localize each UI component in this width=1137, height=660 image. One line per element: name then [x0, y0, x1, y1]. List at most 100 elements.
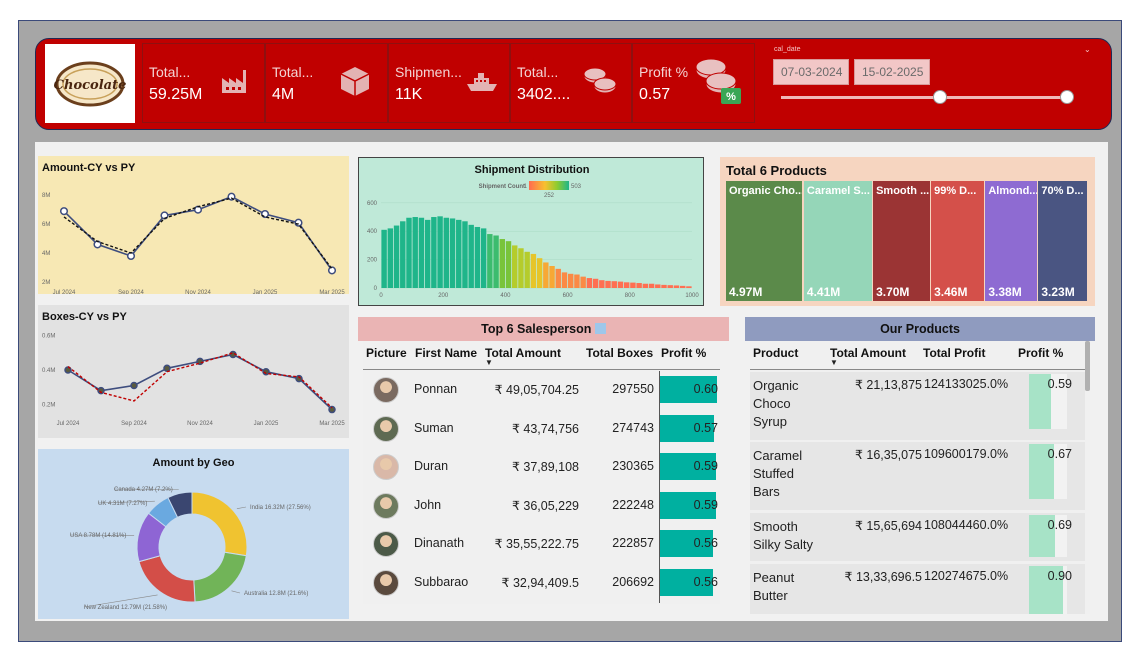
histogram-bar[interactable]: [487, 234, 493, 288]
histogram-bar[interactable]: [393, 225, 400, 288]
date-slider-handle-start[interactable]: [933, 90, 947, 104]
histogram-bar[interactable]: [480, 228, 487, 288]
histogram-bar[interactable]: [418, 217, 425, 288]
histogram-bar[interactable]: [530, 253, 537, 288]
histogram-bar[interactable]: [673, 285, 680, 288]
treemap-tile[interactable]: Organic Cho... 4.97M: [726, 181, 803, 301]
histogram-bar[interactable]: [636, 283, 642, 288]
data-point[interactable]: [59, 207, 69, 216]
kpi-shipments[interactable]: Shipmen... 11K: [388, 43, 510, 123]
histogram-bar[interactable]: [536, 258, 543, 288]
histogram-bar[interactable]: [400, 221, 406, 288]
histogram-bar[interactable]: [424, 219, 431, 288]
column-header[interactable]: Total Boxes: [586, 346, 653, 360]
histogram-bar[interactable]: [561, 272, 568, 288]
data-point[interactable]: [163, 364, 171, 373]
start-date-input[interactable]: 07-03-2024: [773, 59, 849, 85]
histogram-bar[interactable]: [679, 285, 686, 288]
kpi-total-profit[interactable]: Total... 3402....: [510, 43, 632, 123]
histogram-bar[interactable]: [518, 248, 524, 288]
boxes-cy-vs-py-panel: Boxes-CY vs PY 0.6M 0.4M 0.2M Jul 2024 Sep 2…: [38, 305, 349, 438]
kpi-total-amount[interactable]: Total... 59.25M: [142, 43, 265, 123]
date-slider-track[interactable]: [781, 96, 1071, 99]
histogram-bar[interactable]: [493, 235, 499, 288]
factory-icon: [222, 70, 246, 93]
histogram-bar[interactable]: [605, 280, 611, 288]
column-header[interactable]: Product: [753, 346, 798, 360]
column-header[interactable]: Total Amount: [485, 346, 561, 360]
histogram-bar[interactable]: [499, 239, 505, 288]
donut-slice[interactable]: [193, 551, 247, 603]
total-profit-cell: 120274675.0%: [924, 569, 1009, 583]
histogram-bar[interactable]: [686, 286, 692, 288]
y-tick-label: 0.6M: [42, 334, 55, 340]
histogram-bar[interactable]: [592, 278, 599, 288]
histogram-bar[interactable]: [574, 274, 580, 288]
donut-slice[interactable]: [138, 555, 196, 603]
collapse-icon[interactable]: ⌄: [1084, 45, 1091, 54]
histogram-bar[interactable]: [568, 273, 574, 288]
histogram-bar[interactable]: [623, 282, 630, 288]
histogram-bar[interactable]: [381, 229, 387, 288]
histogram-bar[interactable]: [524, 251, 530, 288]
logo-icon: Chocolate: [54, 61, 126, 106]
kpi-total-boxes[interactable]: Total... 4M: [265, 43, 388, 123]
histogram-bar[interactable]: [406, 217, 412, 288]
amount-cy-vs-py-panel: Amount-CY vs PY 8M 6M 4M 2M Jul 2024 Sep 2024…: [38, 156, 349, 294]
sort-desc-icon[interactable]: ▼: [830, 358, 838, 367]
products-scrollbar[interactable]: [1085, 341, 1090, 391]
histogram-bar[interactable]: [655, 284, 661, 288]
sort-desc-icon[interactable]: ▼: [485, 358, 493, 367]
histogram-bar[interactable]: [586, 278, 593, 288]
x-tick-label: Sep 2024: [121, 421, 147, 427]
histogram-bar[interactable]: [543, 262, 549, 288]
histogram-bar[interactable]: [599, 280, 605, 288]
y-tick-label: 2M: [42, 280, 50, 286]
histogram-bar[interactable]: [661, 284, 667, 288]
x-tick-label: 1000: [685, 293, 699, 299]
histogram-bar[interactable]: [555, 268, 561, 288]
histogram-bar[interactable]: [437, 216, 443, 288]
histogram-bar[interactable]: [630, 282, 636, 288]
histogram-bar[interactable]: [642, 283, 649, 288]
total-boxes-cell: 222248: [612, 497, 654, 512]
total-boxes-cell: 297550: [612, 382, 654, 396]
data-point[interactable]: [294, 218, 303, 227]
histogram-bar[interactable]: [462, 221, 468, 288]
data-point[interactable]: [130, 381, 138, 390]
histogram-bar[interactable]: [412, 217, 418, 288]
histogram-bar[interactable]: [580, 276, 586, 288]
treemap-tile[interactable]: Caramel S... 4.41M: [803, 181, 872, 301]
column-header[interactable]: Picture: [366, 346, 407, 360]
treemap-tile[interactable]: Almond... 3.38M: [985, 181, 1037, 301]
first-name-cell: John: [414, 497, 442, 512]
histogram-bar[interactable]: [617, 281, 624, 288]
column-header[interactable]: First Name: [415, 346, 477, 360]
histogram-bar[interactable]: [611, 281, 617, 288]
histogram-bar[interactable]: [512, 245, 518, 288]
column-header[interactable]: Total Amount: [830, 346, 906, 360]
date-slider-handle-end[interactable]: [1060, 90, 1074, 104]
tile-label: 70% D...: [1041, 185, 1084, 197]
histogram-bar[interactable]: [505, 241, 512, 288]
donut-slice[interactable]: [191, 491, 248, 557]
histogram-bar[interactable]: [468, 224, 474, 288]
histogram-bar[interactable]: [667, 285, 673, 288]
histogram-bar[interactable]: [648, 283, 655, 288]
end-date-input[interactable]: 15-02-2025: [854, 59, 930, 85]
histogram-bar[interactable]: [387, 228, 394, 288]
data-point[interactable]: [327, 266, 337, 275]
column-header[interactable]: Total Profit: [923, 346, 985, 360]
treemap-tile[interactable]: 99% D... 3.46M: [931, 181, 984, 301]
column-header[interactable]: Profit %: [1018, 346, 1063, 360]
histogram-bar[interactable]: [431, 217, 437, 288]
histogram-bar[interactable]: [443, 217, 450, 288]
treemap-tile[interactable]: Smooth ... 3.70M: [873, 181, 930, 301]
histogram-bar[interactable]: [474, 226, 481, 288]
histogram-bar[interactable]: [449, 218, 456, 288]
histogram-bar[interactable]: [549, 266, 555, 288]
treemap-tile[interactable]: 70% D... 3.23M: [1038, 181, 1088, 301]
histogram-bar[interactable]: [456, 219, 462, 288]
column-header[interactable]: Profit %: [661, 346, 706, 360]
kpi-profit-percent[interactable]: Profit % 0.57 %: [632, 43, 755, 123]
